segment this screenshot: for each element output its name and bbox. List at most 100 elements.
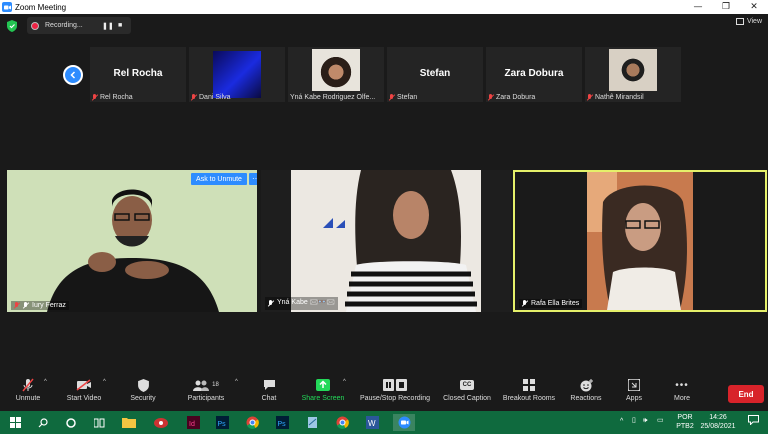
chrome-icon[interactable] (333, 414, 351, 431)
window-title: Zoom Meeting (15, 2, 67, 12)
security-label: Security (130, 395, 156, 402)
share-screen-button[interactable]: Share Screen (298, 375, 348, 411)
muted-mic-icon (14, 302, 20, 309)
clock[interactable]: 14:26 25/08/2021 (696, 413, 740, 431)
more-button[interactable]: ••• More (668, 375, 696, 411)
ask-to-unmute-button[interactable]: Ask to Unmute (191, 173, 247, 185)
video-tile[interactable]: Yná Kabe 🖂👓🖂 (261, 170, 511, 312)
zoom-taskbar-icon[interactable] (393, 414, 415, 431)
breakout-rooms-icon (523, 379, 535, 391)
thumbnail-caption: Rel Rocha (100, 94, 133, 101)
muted-mic-icon (191, 94, 197, 101)
network-icon[interactable]: ▭ (657, 416, 664, 425)
active-speaker-tile[interactable]: Rafa Ella Brites (513, 170, 767, 312)
start-video-button[interactable]: Start Video (62, 375, 106, 411)
more-dots-icon: ••• (675, 379, 689, 391)
thumbnail-caption: Dani Silva (199, 94, 231, 101)
participant-thumbnail[interactable]: Zara Dobura Zara Dobura (486, 47, 582, 102)
tile-caption: Rafa Ella Brites (531, 300, 580, 307)
svg-text:Ps: Ps (277, 421, 286, 428)
unmute-button[interactable]: Unmute (10, 375, 46, 411)
mic-icon (23, 302, 29, 309)
chrome-icon[interactable] (243, 414, 261, 431)
photoshop-icon[interactable]: Ps (273, 414, 291, 431)
input-language-indicator[interactable]: POR PTB2 (674, 413, 696, 431)
language-code: POR (677, 414, 693, 421)
participants-options-chevron-icon[interactable]: ^ (235, 379, 238, 385)
apps-button[interactable]: Apps (620, 375, 648, 411)
tile-caption: Yná Kabe 🖂👓🖂 (277, 299, 335, 306)
participants-button[interactable]: 18 Participants (180, 375, 232, 411)
closed-caption-icon: CC (459, 380, 475, 390)
recording-dot-icon (31, 21, 39, 30)
start-video-label: Start Video (66, 395, 102, 402)
pause-stop-icon (383, 379, 407, 391)
task-view-icon[interactable] (90, 414, 108, 431)
apps-icon (628, 379, 640, 391)
video-tile[interactable]: Ask to Unmute ··· Iury Ferraz (7, 170, 257, 312)
view-button[interactable]: View (735, 18, 762, 25)
encryption-shield-icon[interactable] (7, 20, 17, 32)
cortana-icon[interactable] (62, 414, 80, 431)
security-button[interactable]: Security (124, 375, 162, 411)
view-grid-icon (735, 18, 744, 25)
thumbnail-caption: Yná Kabe Rodriguez Olfe... (290, 94, 376, 101)
keyboard-layout: PTB2 (676, 423, 694, 430)
meeting-toolbar: Unmute ^ Start Video ^ Security 18 Parti… (0, 375, 768, 411)
previous-page-button[interactable] (63, 65, 83, 85)
restore-button[interactable]: ❐ (712, 0, 740, 14)
windows-start-icon[interactable] (6, 414, 24, 431)
svg-text:Id: Id (189, 421, 195, 428)
zoom-logo-icon (2, 2, 12, 12)
tray-chevron-icon[interactable]: ^ (620, 417, 623, 426)
chevron-left-icon (70, 71, 76, 79)
window-titlebar: Zoom Meeting — ❐ ✕ (0, 0, 768, 14)
tray-device-icon[interactable]: ▯ (632, 416, 636, 425)
audio-options-chevron-icon[interactable]: ^ (44, 379, 47, 385)
indesign-icon[interactable]: Id (184, 414, 202, 431)
thumbnail-name: Stefan (419, 68, 451, 79)
mic-icon (522, 300, 528, 307)
stop-recording-button[interactable]: ■ (118, 22, 122, 29)
recording-label: Recording... (45, 22, 83, 29)
participant-video (261, 170, 511, 312)
recording-indicator: Recording... ❚❚ ■ (27, 17, 131, 34)
reactions-button[interactable]: Reactions (568, 375, 604, 411)
tile-more-button[interactable]: ··· (249, 173, 257, 185)
speaker-icon[interactable]: 🕪 (643, 416, 647, 425)
end-meeting-button[interactable]: End (728, 385, 764, 403)
app-icon[interactable] (152, 414, 170, 431)
thumbnail-caption: Nathê Mirandsil (595, 94, 644, 101)
participant-thumbnail[interactable]: Dani Silva (189, 47, 285, 102)
participant-thumbnail[interactable]: Yná Kabe Rodriguez Olfe... (288, 47, 384, 102)
word-icon[interactable]: W (363, 414, 381, 431)
search-icon[interactable] (34, 414, 52, 431)
video-off-icon (76, 379, 91, 391)
pause-stop-recording-button[interactable]: Pause/Stop Recording (356, 375, 434, 411)
participant-video (213, 51, 261, 98)
participants-count: 18 (212, 382, 219, 388)
participant-thumbnail[interactable]: Rel Rocha Rel Rocha (90, 47, 186, 102)
participant-thumbnail[interactable]: Stefan Stefan (387, 47, 483, 102)
chat-label: Chat (261, 395, 277, 402)
share-options-chevron-icon[interactable]: ^ (343, 379, 346, 385)
more-label: More (674, 395, 690, 402)
app-icon[interactable] (303, 414, 321, 431)
chat-bubble-icon (263, 380, 275, 390)
photoshop-icon[interactable]: Ps (213, 414, 231, 431)
notifications-icon[interactable] (748, 415, 759, 428)
participant-thumbnail[interactable]: Nathê Mirandsil (585, 47, 681, 102)
muted-mic-icon (488, 94, 494, 101)
closed-caption-button[interactable]: CC Closed Caption (440, 375, 494, 411)
thumbnail-caption: Zara Dobura (496, 94, 536, 101)
file-explorer-icon[interactable] (120, 414, 138, 431)
pause-recording-button[interactable]: ❚❚ (102, 22, 114, 30)
security-shield-icon (137, 378, 149, 392)
video-options-chevron-icon[interactable]: ^ (103, 379, 106, 385)
breakout-rooms-button[interactable]: Breakout Rooms (500, 375, 558, 411)
participant-video (609, 49, 657, 91)
chat-button[interactable]: Chat (255, 375, 283, 411)
minimize-button[interactable]: — (684, 0, 712, 14)
close-button[interactable]: ✕ (740, 0, 768, 14)
clock-date: 25/08/2021 (700, 423, 736, 430)
